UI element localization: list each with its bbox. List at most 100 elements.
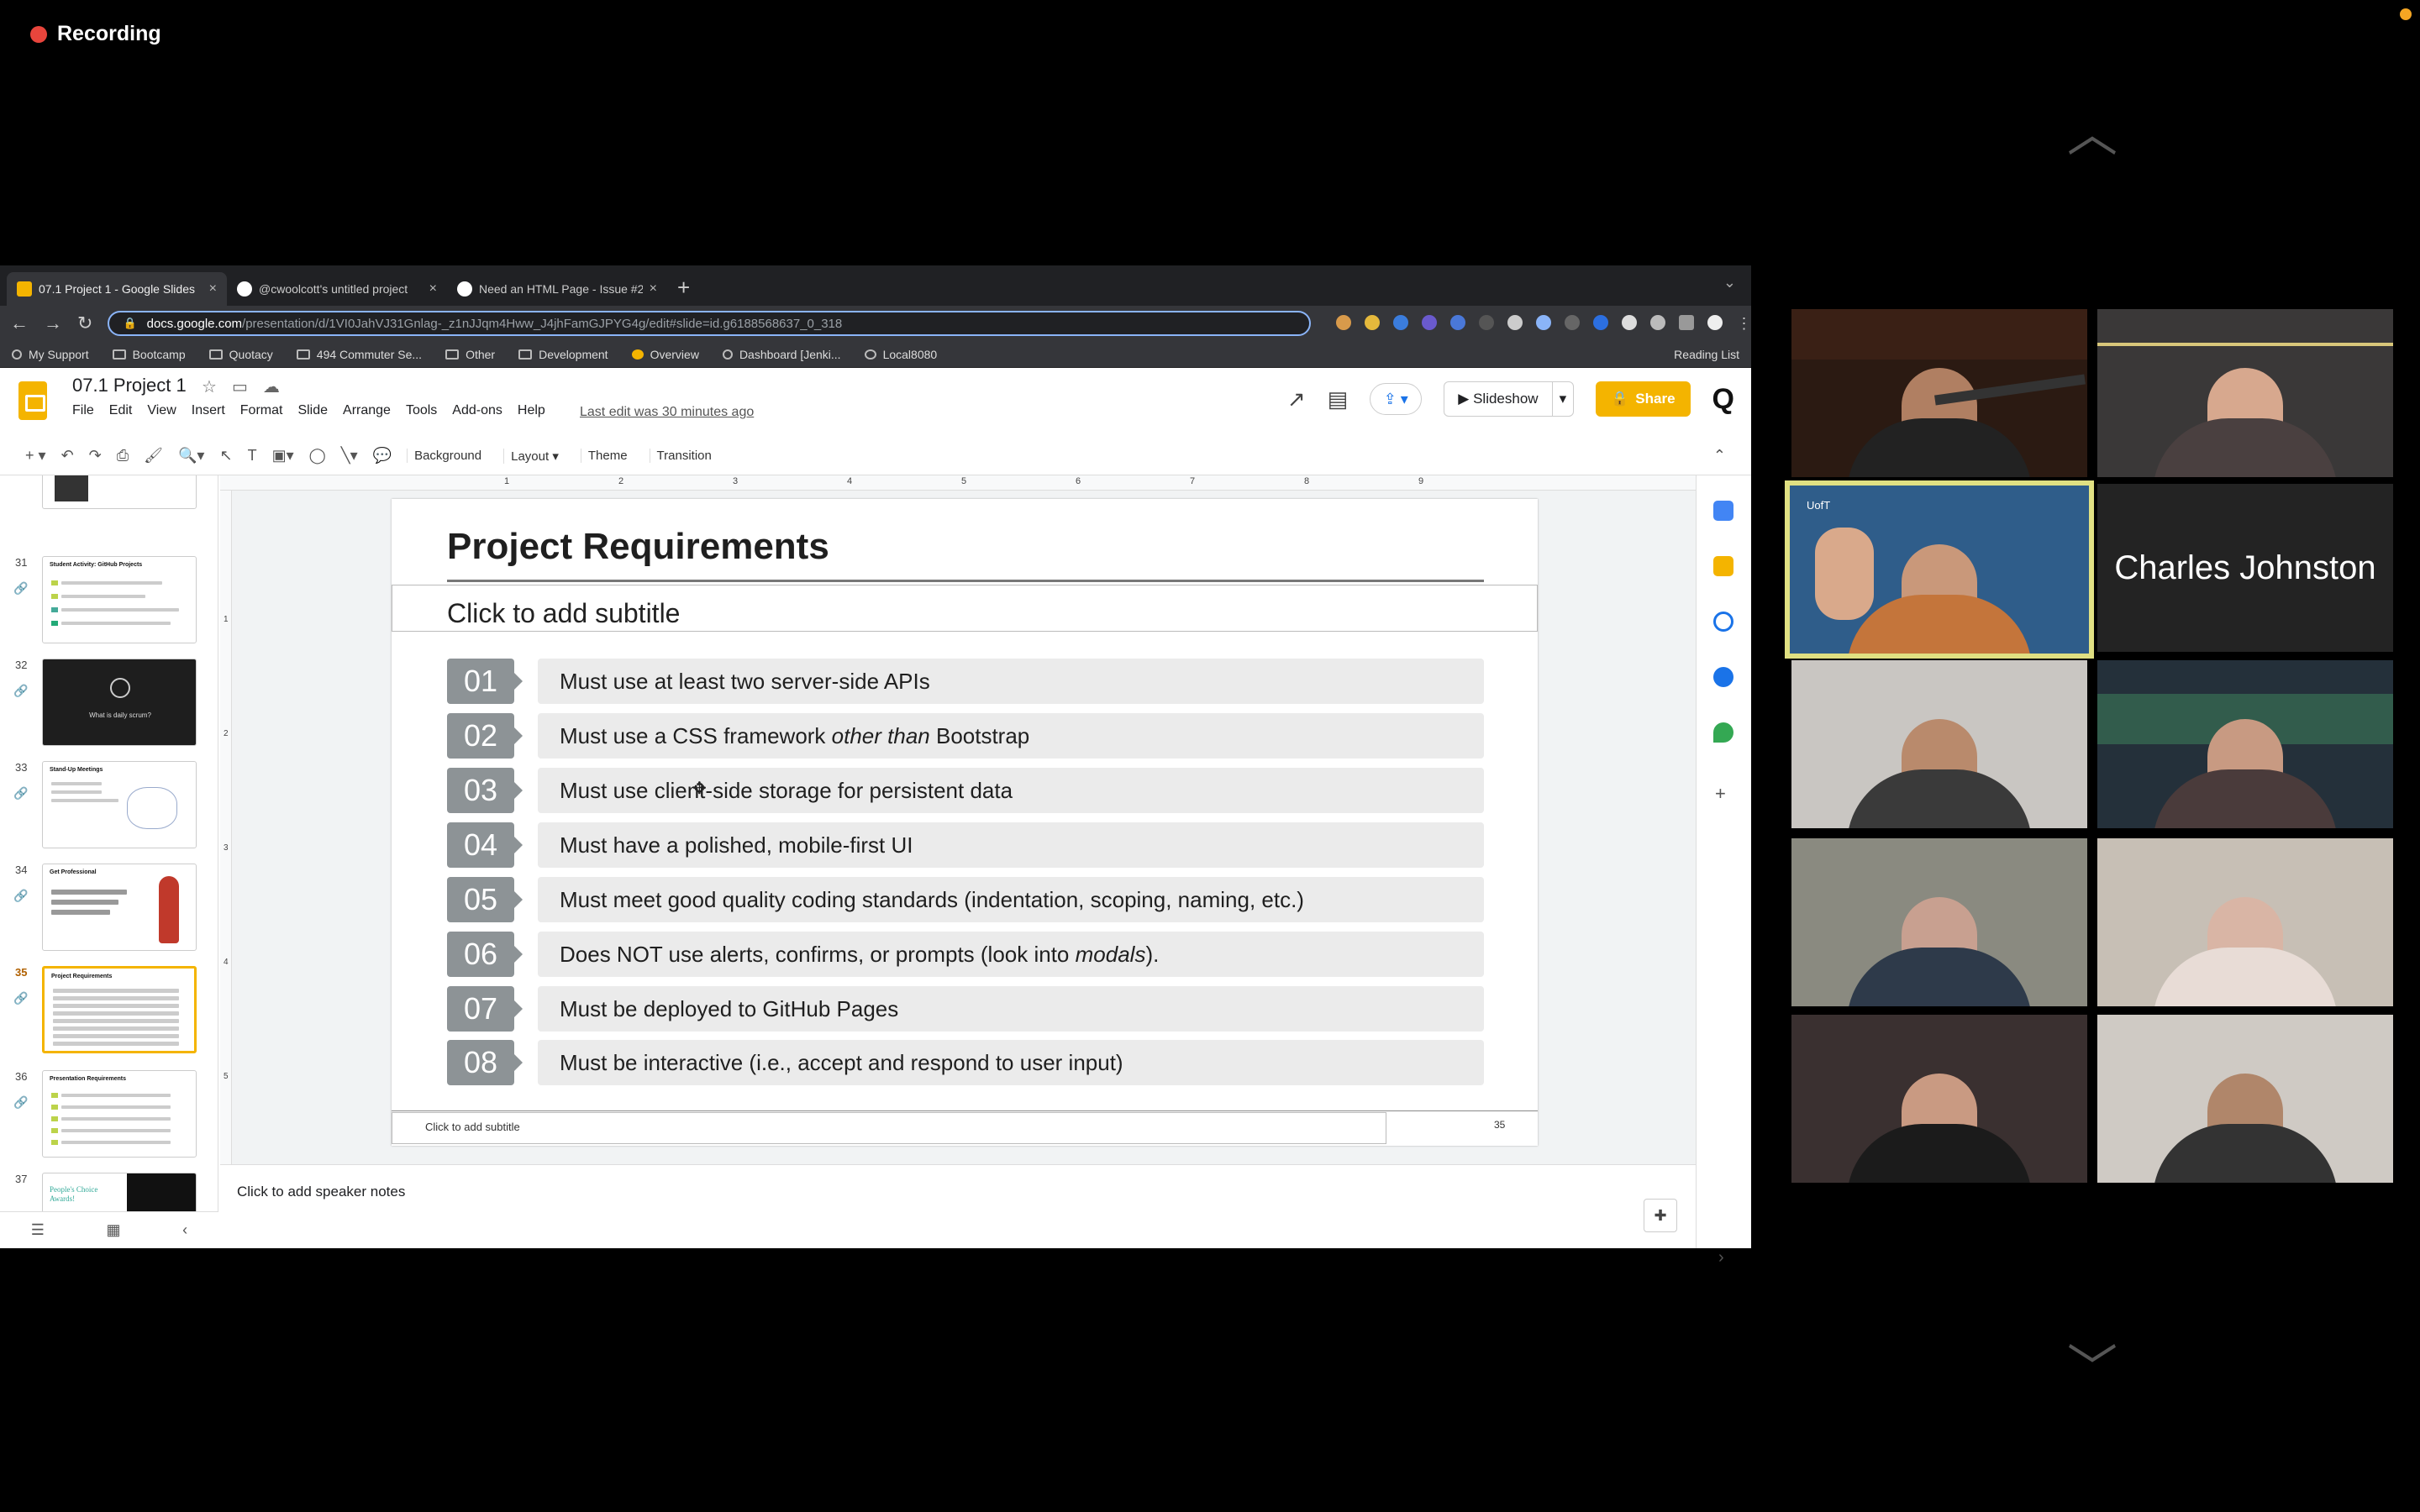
document-title[interactable]: 07.1 Project 1	[72, 375, 187, 396]
extension-icon[interactable]	[1479, 314, 1495, 330]
extension-icon[interactable]	[1422, 314, 1438, 330]
bookmark[interactable]: Dashboard [Jenki...	[722, 348, 841, 361]
slides-logo-icon[interactable]	[18, 381, 47, 420]
menu-file[interactable]: File	[72, 403, 94, 418]
slideshow-dropdown-icon[interactable]: ▾	[1551, 382, 1574, 416]
slide-thumbnail-selected[interactable]: Project Requirements	[42, 966, 197, 1053]
profile-icon[interactable]	[1707, 314, 1723, 330]
extension-icon[interactable]	[1365, 314, 1381, 330]
slide-canvas[interactable]: Project Requirements Click to add subtit…	[392, 499, 1538, 1146]
slide-thumb-36[interactable]: 36 🔗 Presentation Requirements	[0, 1070, 218, 1163]
collapse-panel-icon[interactable]: ‹	[182, 1221, 187, 1239]
footer-subtitle-box[interactable]	[392, 1112, 1386, 1144]
slide-thumb-33[interactable]: 33 🔗 Stand-Up Meetings	[0, 761, 218, 853]
bookmark[interactable]: Overview	[631, 348, 699, 361]
bookmark[interactable]: Quotacy	[208, 348, 273, 361]
tasks-icon[interactable]	[1713, 612, 1733, 632]
new-slide-icon[interactable]: + ▾	[25, 447, 46, 465]
extension-icon[interactable]	[1450, 314, 1466, 330]
reading-list-button[interactable]: Reading List	[1674, 348, 1739, 361]
background-button[interactable]: Background	[407, 449, 488, 463]
keep-icon[interactable]	[1713, 556, 1733, 576]
speaker-notes-placeholder[interactable]: Click to add speaker notes	[237, 1184, 405, 1200]
back-icon[interactable]: ←	[10, 312, 29, 334]
menu-tools[interactable]: Tools	[406, 403, 437, 418]
extension-icon[interactable]	[1565, 314, 1581, 330]
extension-icon[interactable]	[1507, 314, 1523, 330]
activity-trend-icon[interactable]: ↗	[1287, 386, 1306, 412]
transition-button[interactable]: Transition	[649, 449, 718, 463]
tab-search-chevron-icon[interactable]: ⌄	[1723, 274, 1736, 291]
cloud-saved-icon[interactable]: ☁	[263, 376, 280, 397]
tab-github-project[interactable]: @cwoolcott's untitled project ×	[227, 272, 447, 306]
media-icon[interactable]	[1679, 314, 1695, 330]
slide-thumbnail[interactable]: Stand-Up Meetings	[42, 761, 197, 848]
bookmark[interactable]: Development	[518, 348, 608, 361]
select-icon[interactable]: ↖	[219, 447, 232, 465]
slide-subtitle[interactable]: Click to add subtitle	[447, 598, 680, 629]
menu-help[interactable]: Help	[518, 403, 545, 418]
bookmark[interactable]: 494 Commuter Se...	[296, 348, 422, 361]
comment-add-icon[interactable]: 💬	[373, 447, 392, 465]
bookmark[interactable]: Local8080	[864, 348, 937, 361]
menu-view[interactable]: View	[147, 403, 176, 418]
requirement-row[interactable]: 04 Must have a polished, mobile-first UI	[447, 822, 1484, 868]
menu-format[interactable]: Format	[240, 403, 283, 418]
maps-icon[interactable]	[1713, 722, 1733, 743]
contacts-icon[interactable]	[1713, 667, 1733, 687]
slide-thumb-32[interactable]: 32 🔗 What is daily scrum?	[0, 659, 218, 751]
slide-thumbnail[interactable]: Presentation Requirements	[42, 1070, 197, 1158]
requirement-row[interactable]: 08 Must be interactive (i.e., accept and…	[447, 1040, 1484, 1085]
puzzle-icon[interactable]	[1650, 314, 1666, 330]
requirement-row[interactable]: 01 Must use at least two server-side API…	[447, 659, 1484, 704]
filmstrip-view-icon[interactable]: ☰	[31, 1221, 45, 1239]
scroll-down-icon[interactable]: ﹀	[2054, 1344, 2130, 1394]
redo-icon[interactable]: ↷	[89, 447, 102, 465]
print-icon[interactable]: ⎙	[117, 447, 129, 465]
bookmark[interactable]: Other	[445, 348, 495, 361]
text-box-icon[interactable]: T	[248, 447, 257, 465]
close-icon[interactable]: ×	[209, 281, 217, 297]
image-icon[interactable]: ▣▾	[272, 447, 294, 465]
share-button[interactable]: 🔒 Share	[1596, 381, 1691, 417]
account-avatar-icon[interactable]: Q	[1712, 383, 1734, 416]
line-icon[interactable]: ╲▾	[341, 447, 358, 465]
zoom-icon[interactable]: 🔍▾	[178, 447, 204, 465]
requirement-row[interactable]: 06 Does NOT use alerts, confirms, or pro…	[447, 932, 1484, 977]
requirement-row[interactable]: 05 Must meet good quality coding standar…	[447, 877, 1484, 922]
requirement-row[interactable]: 03 Must use client-side storage for pers…	[447, 768, 1484, 813]
move-folder-icon[interactable]: ▭	[232, 376, 248, 397]
speaker-notes[interactable]: Click to add speaker notes ✚	[220, 1164, 1696, 1248]
slide-thumbnail[interactable]: What is daily scrum?	[42, 659, 197, 746]
undo-icon[interactable]: ↶	[61, 447, 74, 465]
close-icon[interactable]: ×	[650, 281, 657, 297]
expand-panel-icon[interactable]: ›	[1718, 1248, 1724, 1268]
kebab-menu-icon[interactable]: ⋮	[1736, 315, 1751, 333]
menu-addons[interactable]: Add-ons	[452, 403, 502, 418]
grid-view-icon[interactable]: ▦	[107, 1221, 121, 1239]
menu-insert[interactable]: Insert	[192, 403, 225, 418]
forward-icon[interactable]: →	[44, 312, 62, 334]
present-to-meeting-button[interactable]: ⇪ ▾	[1370, 383, 1423, 415]
slide-thumb-35[interactable]: 35 🔗 Project Requirements	[0, 966, 218, 1058]
tab-github-issue[interactable]: Need an HTML Page - Issue #2 ×	[447, 272, 667, 306]
slide-thumb-31[interactable]: 31 🔗 Student Activity: GitHub Projects	[0, 556, 218, 648]
extension-icon[interactable]	[1336, 314, 1352, 330]
reload-icon[interactable]: ↻	[77, 312, 92, 334]
menu-slide[interactable]: Slide	[297, 403, 328, 418]
footer-subtitle[interactable]: Click to add subtitle	[425, 1121, 520, 1133]
slide-thumbnail[interactable]: Student Activity: GitHub Projects	[42, 556, 197, 643]
url-input[interactable]: 🔒 docs.google.com/presentation/d/1VI0Jah…	[108, 311, 1312, 336]
slide-thumb-34[interactable]: 34 🔗 Get Professional	[0, 864, 218, 956]
slide-thumb-30[interactable]	[0, 475, 218, 526]
slideshow-button[interactable]: ▶ Slideshow ▾	[1444, 381, 1575, 417]
slide-thumbnail[interactable]: Get Professional	[42, 864, 197, 951]
extension-icon[interactable]	[1593, 314, 1609, 330]
calendar-icon[interactable]	[1713, 501, 1733, 521]
menu-arrange[interactable]: Arrange	[343, 403, 391, 418]
requirement-row[interactable]: 02 Must use a CSS framework other than B…	[447, 713, 1484, 759]
new-tab-button[interactable]: +	[677, 275, 690, 306]
requirement-row[interactable]: 07 Must be deployed to GitHub Pages	[447, 986, 1484, 1032]
last-edit-link[interactable]: Last edit was 30 minutes ago	[580, 405, 754, 420]
tab-slides[interactable]: 07.1 Project 1 - Google Slides ×	[7, 272, 227, 306]
